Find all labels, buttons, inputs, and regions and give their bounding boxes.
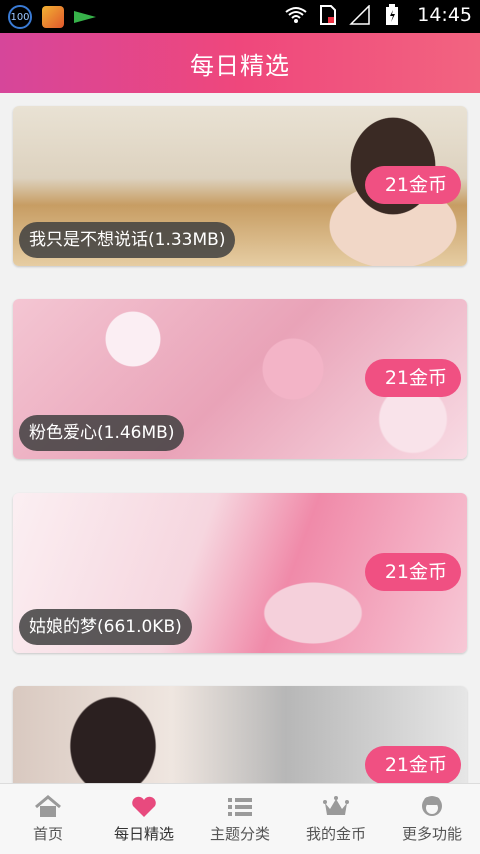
page-title: 每日精选	[190, 51, 290, 80]
wallpaper-card[interactable]: 21金币 粉色爱心(1.46MB)	[13, 299, 467, 459]
price-badge[interactable]: 21金币	[364, 553, 461, 591]
wallpaper-card[interactable]: 21金币 姑娘的梦(661.0KB)	[13, 493, 467, 653]
status-bar: 100 14:45	[0, 0, 480, 33]
tab-my-coins[interactable]: 我的金币	[288, 784, 384, 854]
tab-home[interactable]: 首页	[0, 784, 96, 854]
wallpaper-name: 我只是不想说话(1.33MB)	[19, 222, 236, 258]
wallpaper-list[interactable]: 21金币 我只是不想说话(1.33MB) 21金币 粉色爱心(1.46MB) 2…	[0, 93, 480, 783]
signal-icon	[349, 4, 371, 26]
heart-icon	[132, 796, 156, 817]
tab-label: 我的金币	[305, 824, 366, 843]
battery-icon	[381, 4, 403, 26]
clock-time: 14:45	[417, 4, 472, 26]
crown-icon	[323, 795, 349, 815]
person-icon	[422, 795, 442, 816]
price-badge[interactable]: 21金币	[364, 166, 461, 204]
header-bar: 每日精选	[0, 33, 480, 93]
tab-more[interactable]: 更多功能	[384, 784, 480, 854]
bottom-tab-bar: 首页 每日精选 主题分类 我的金币 更多功能	[0, 783, 480, 854]
shield-icon	[42, 6, 64, 28]
price-badge[interactable]: 21金币	[364, 746, 461, 783]
price-badge[interactable]: 21金币	[364, 359, 461, 397]
tab-daily-picks[interactable]: 每日精选	[96, 784, 192, 854]
sim-icon	[317, 4, 339, 26]
tab-label: 主题分类	[209, 824, 270, 843]
wallpaper-card[interactable]: 21金币	[13, 686, 467, 783]
badge-text: 100	[10, 11, 30, 23]
tab-label: 每日精选	[113, 824, 174, 843]
tab-label: 更多功能	[401, 824, 462, 843]
list-icon	[228, 797, 252, 816]
wallpaper-name: 粉色爱心(1.46MB)	[19, 415, 185, 451]
home-icon	[35, 794, 61, 817]
badge-icon: 100	[8, 5, 32, 29]
tab-categories[interactable]: 主题分类	[192, 784, 288, 854]
arrow-icon	[74, 9, 100, 25]
tab-label: 首页	[32, 824, 63, 843]
wifi-icon	[285, 4, 307, 26]
wallpaper-name: 姑娘的梦(661.0KB)	[19, 609, 192, 645]
wallpaper-card[interactable]: 21金币 我只是不想说话(1.33MB)	[13, 106, 467, 266]
